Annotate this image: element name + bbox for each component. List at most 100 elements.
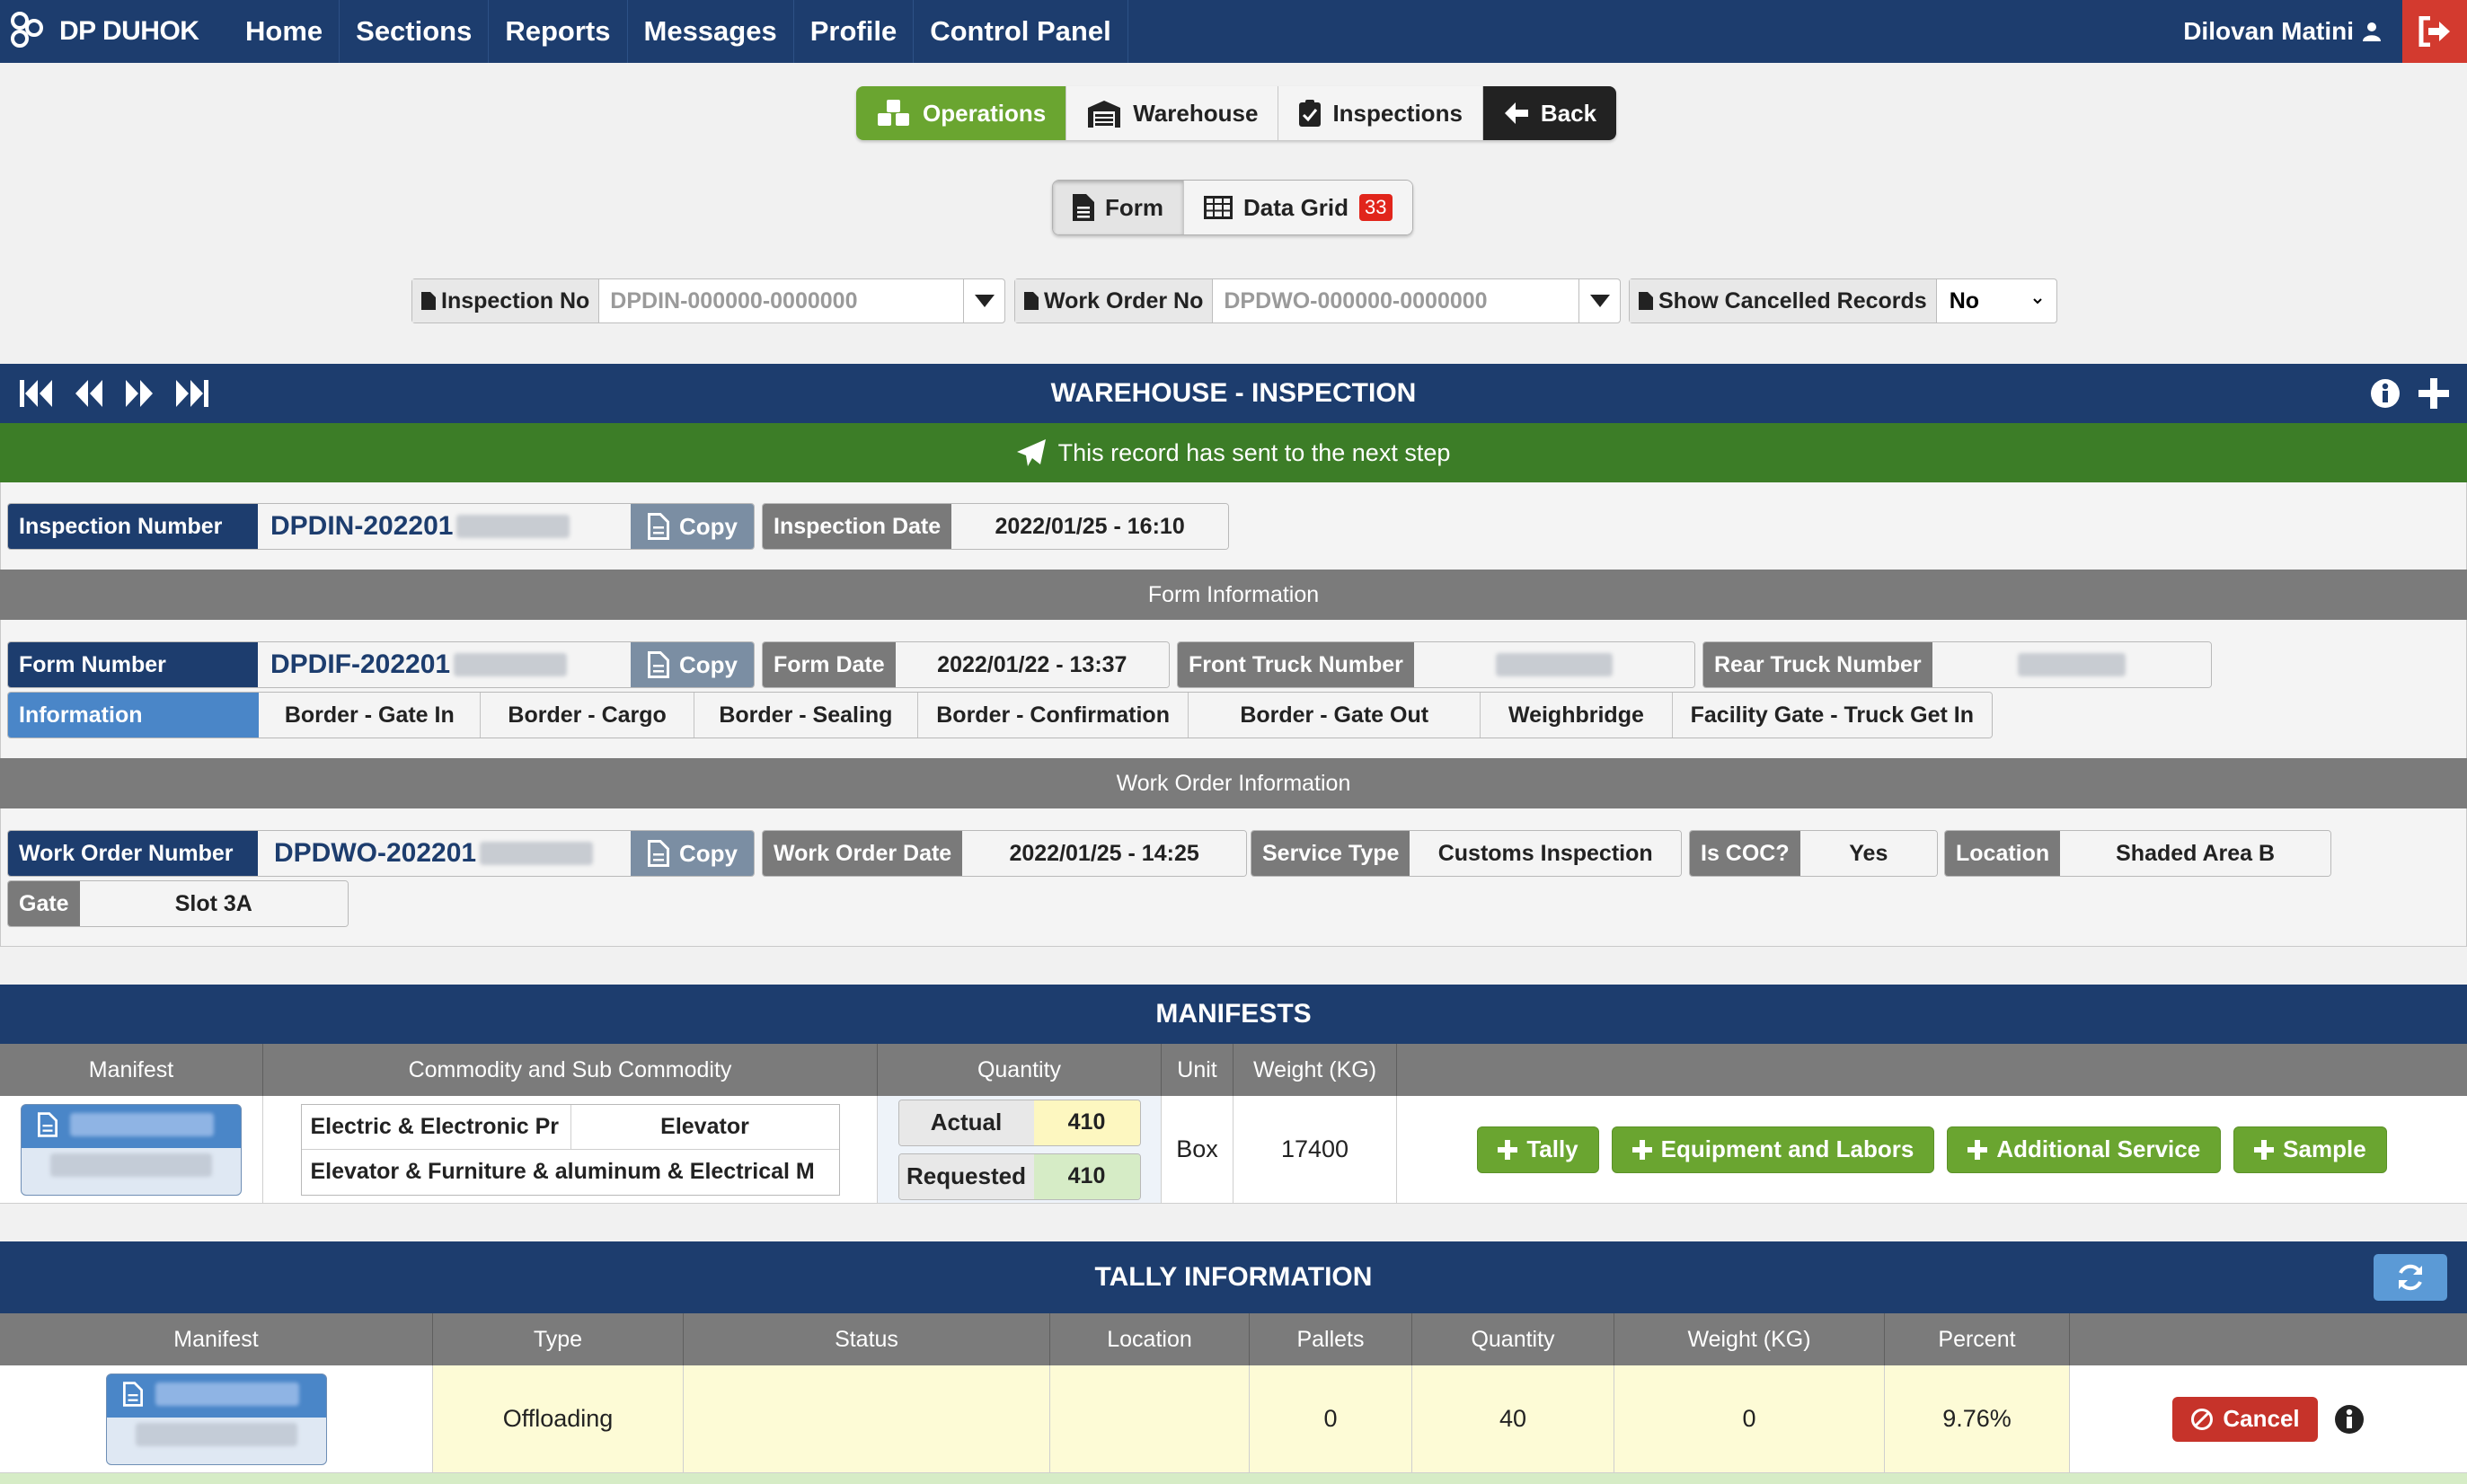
tally-weight: 0 [1614, 1365, 1885, 1472]
location-value: Shaded Area B [2060, 831, 2330, 876]
clipboard-check-icon [1299, 100, 1322, 127]
ban-icon [2191, 1408, 2214, 1430]
tally-header: TALLY INFORMATION [0, 1241, 2467, 1313]
add-record-icon[interactable] [2418, 378, 2449, 409]
tab-warehouse[interactable]: Warehouse [1066, 86, 1279, 140]
manifest-link-button[interactable] [105, 1373, 327, 1465]
nav-control-panel[interactable]: Control Panel [914, 0, 1128, 63]
info-icon[interactable] [2370, 378, 2401, 409]
work-order-number-field: Work Order Number DPDWO-202201 Copy [7, 830, 755, 877]
nav-reports[interactable]: Reports [489, 0, 628, 63]
copy-work-order-number-button[interactable]: Copy [631, 831, 754, 876]
logout-icon [2418, 16, 2450, 47]
nav-sections[interactable]: Sections [340, 0, 490, 63]
brand-name: DP DUHOK [59, 16, 199, 46]
step-weighbridge[interactable]: Weighbridge [1481, 693, 1673, 738]
module-tabs: Operations Warehouse Inspections Back [856, 86, 1617, 140]
step-border-confirmation[interactable]: Border - Confirmation [918, 693, 1189, 738]
tab-operations[interactable]: Operations [856, 86, 1067, 140]
file-icon [38, 1111, 57, 1137]
nav-messages[interactable]: Messages [628, 0, 794, 63]
cancel-tally-button[interactable]: Cancel [2172, 1396, 2318, 1442]
redacted-text [135, 1422, 297, 1446]
step-facility-gate-truck-get-in[interactable]: Facility Gate - Truck Get In [1672, 693, 1992, 738]
record-title: WAREHOUSE - INSPECTION [1050, 378, 1417, 408]
brand[interactable]: DP DUHOK [0, 10, 229, 53]
form-number-field: Form Number DPDIF-202201 Copy [7, 641, 755, 688]
copy-inspection-number-button[interactable]: Copy [631, 504, 754, 549]
tally-actions: Cancel [2070, 1365, 2467, 1472]
inspection-number-field: Inspection Number DPDIN-202201 Copy [7, 503, 755, 550]
rear-truck-number-field: Rear Truck Number [1702, 641, 2212, 688]
weight-value: 17400 [1234, 1096, 1397, 1203]
inspection-no-input[interactable]: DPDIN-000000-0000000 [599, 279, 963, 322]
step-border-gate-out[interactable]: Border - Gate Out [1189, 693, 1481, 738]
show-cancelled-select[interactable]: No [1936, 279, 2045, 322]
redacted-text [1495, 653, 1613, 676]
redacted-text [70, 1112, 214, 1136]
file-icon [1639, 292, 1653, 310]
show-cancelled-filter: Show Cancelled Records No [1629, 278, 2057, 323]
file-copy-icon [648, 651, 669, 678]
gate-field: Gate Slot 3A [7, 880, 349, 927]
file-icon [1073, 194, 1094, 221]
previous-record-icon[interactable] [74, 378, 104, 409]
status-message-bar: This record has sent to the next step [0, 423, 2467, 482]
user-icon [2363, 22, 2381, 41]
tab-data-grid[interactable]: Data Grid 33 [1184, 181, 1412, 234]
additional-service-button[interactable]: Additional Service [1947, 1126, 2222, 1173]
tab-form[interactable]: Form [1053, 181, 1184, 234]
refresh-tally-button[interactable] [2374, 1254, 2447, 1301]
back-button[interactable]: Back [1482, 86, 1617, 140]
requested-quantity: Requested 410 [897, 1153, 1141, 1200]
tally-percent: 9.76% [1885, 1365, 2070, 1472]
brand-logo-icon [9, 10, 52, 53]
tally-status [684, 1365, 1050, 1472]
equipment-and-labors-button[interactable]: Equipment and Labors [1611, 1126, 1935, 1173]
front-truck-number-field: Front Truck Number [1177, 641, 1695, 688]
commodity-box: Electric & Electronic Pr Elevator Elevat… [300, 1103, 840, 1196]
manifests-header: MANIFESTS [0, 985, 2467, 1044]
step-border-gate-in[interactable]: Border - Gate In [259, 693, 482, 738]
redacted-text [456, 515, 570, 538]
table-row: Electric & Electronic Pr Elevator Elevat… [0, 1096, 2467, 1204]
table-icon [1204, 196, 1233, 219]
form-number-value: DPDIF-202201 [270, 649, 451, 679]
record-navigation [18, 378, 210, 409]
unit-value: Box [1162, 1096, 1234, 1203]
info-icon[interactable] [2334, 1404, 2365, 1435]
step-border-sealing[interactable]: Border - Sealing [694, 693, 919, 738]
sample-button[interactable]: Sample [2233, 1126, 2387, 1173]
logout-button[interactable] [2402, 0, 2467, 63]
manifest-link-button[interactable] [21, 1103, 242, 1196]
service-type-field: Service Type Customs Inspection [1251, 830, 1682, 877]
nav-profile[interactable]: Profile [794, 0, 915, 63]
tab-inspections[interactable]: Inspections [1278, 86, 1483, 140]
plus-icon [1631, 1139, 1652, 1160]
plus-icon [1498, 1139, 1518, 1160]
sub-commodity-name: Elevator [660, 1113, 749, 1139]
work-order-no-filter: Work Order No DPDWO-000000-0000000 [1014, 278, 1621, 323]
first-record-icon[interactable] [18, 378, 54, 409]
work-order-date-field: Work Order Date 2022/01/25 - 14:25 [762, 830, 1247, 877]
inspection-no-dropdown[interactable] [963, 279, 1004, 322]
nav-home[interactable]: Home [229, 0, 340, 63]
location-field: Location Shaded Area B [1944, 830, 2331, 877]
view-tabs: Form Data Grid 33 [1052, 180, 1413, 235]
copy-form-number-button[interactable]: Copy [631, 642, 754, 687]
user-menu[interactable]: Dilovan Matini [2183, 17, 2402, 46]
tally-button[interactable]: Tally [1477, 1126, 1599, 1173]
caret-down-icon [1589, 295, 1610, 307]
next-record-icon[interactable] [124, 378, 155, 409]
work-order-no-dropdown[interactable] [1578, 279, 1620, 322]
warehouse-icon [1088, 101, 1121, 128]
last-record-icon[interactable] [174, 378, 210, 409]
step-border-cargo[interactable]: Border - Cargo [481, 693, 694, 738]
status-message: This record has sent to the next step [1057, 438, 1451, 466]
plus-icon [2254, 1139, 2275, 1160]
work-order-no-input[interactable]: DPDWO-000000-0000000 [1213, 279, 1578, 322]
plus-icon [1967, 1139, 1988, 1160]
next-table-row-partial [0, 1473, 2467, 1484]
arrow-left-icon [1504, 102, 1528, 124]
caret-down-icon [974, 295, 995, 307]
